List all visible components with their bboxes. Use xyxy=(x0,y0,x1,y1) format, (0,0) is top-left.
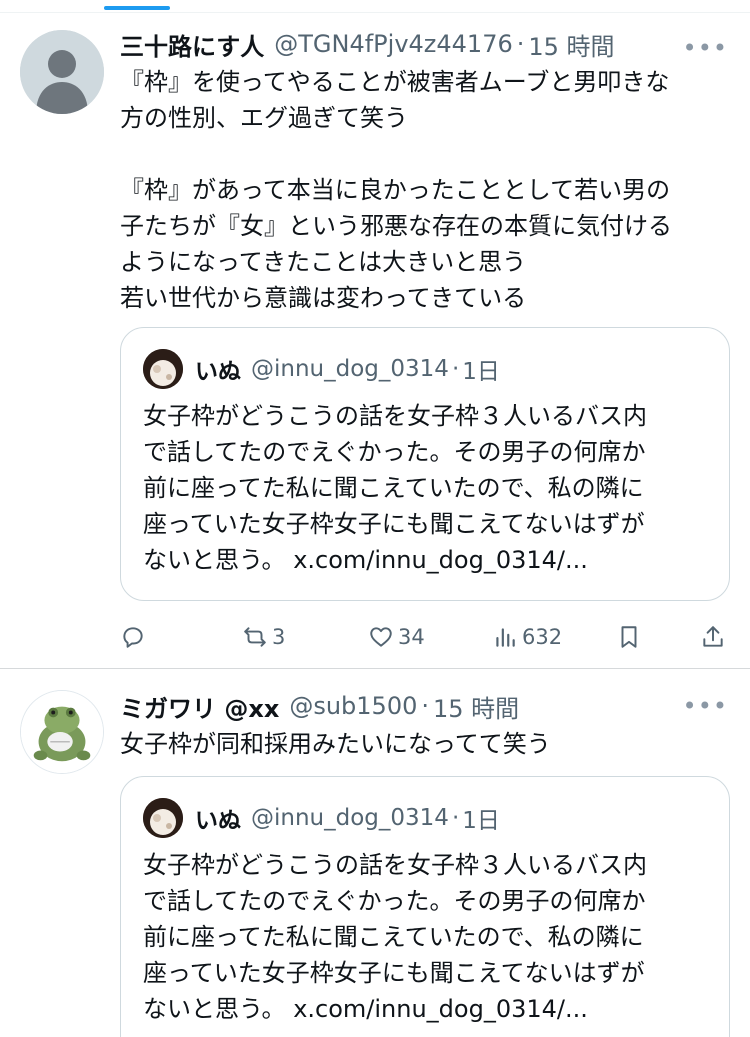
top-divider xyxy=(0,12,750,13)
quoted-timestamp: 1日 xyxy=(462,808,500,834)
quoted-tweet-header: いぬ @innu_dog_0314 · 1日 xyxy=(143,798,500,838)
separator-dot: · xyxy=(451,805,460,831)
timestamp[interactable]: 15 時間 xyxy=(528,27,614,62)
dog-avatar-icon xyxy=(143,349,183,389)
tweet-header: 三十路にす人 @TGN4fPjv4z44176 · 15 時間 xyxy=(120,24,750,64)
separator-dot: · xyxy=(451,356,460,382)
tweet-text: 女子枠が同和採用みたいになってて笑う xyxy=(120,730,551,758)
tweet[interactable]: 三十路にす人 @TGN4fPjv4z44176 · 15 時間 ••• 『枠』を… xyxy=(0,14,750,669)
quoted-tweet-text: 女子枠がどうこうの話を女子枠３人いるバス内 で話してたのでえぐかった。その男子の… xyxy=(143,398,713,578)
like-count: 34 xyxy=(398,625,425,649)
quoted-tweet-header: いぬ @innu_dog_0314 · 1日 xyxy=(143,349,500,389)
reply-icon xyxy=(123,627,143,648)
active-tab-indicator xyxy=(104,6,170,10)
quoted-timestamp: 1日 xyxy=(462,359,500,385)
views-icon xyxy=(496,628,515,647)
more-options-icon[interactable]: ••• xyxy=(683,34,728,62)
retweet-button[interactable]: 3 xyxy=(242,619,285,655)
timestamp[interactable]: 15 時間 xyxy=(433,689,519,724)
quoted-link[interactable]: x.com/innu_dog_0314/... xyxy=(293,995,588,1023)
author-name[interactable]: ミガワリ @xx xyxy=(120,689,279,724)
separator-dot: · xyxy=(516,30,525,58)
dog-avatar-icon xyxy=(143,798,183,838)
reply-button[interactable] xyxy=(120,619,146,655)
quoted-author-name: いぬ xyxy=(195,359,241,385)
bookmark-button[interactable] xyxy=(616,619,642,655)
more-options-icon[interactable]: ••• xyxy=(683,692,728,720)
quoted-link[interactable]: x.com/innu_dog_0314/... xyxy=(293,546,588,574)
share-button[interactable] xyxy=(700,619,726,655)
author-handle[interactable]: @TGN4fPjv4z44176 xyxy=(274,30,513,58)
quoted-author-handle: @innu_dog_0314 xyxy=(251,805,449,831)
tweet-header: ミガワリ @xx @sub1500 · 15 時間 xyxy=(120,686,750,726)
quoted-author-name: いぬ xyxy=(195,808,241,834)
quoted-tweet[interactable]: いぬ @innu_dog_0314 · 1日 女子枠がどうこうの話を女子枠３人い… xyxy=(120,327,730,601)
retweet-icon xyxy=(244,627,266,647)
author-name[interactable]: 三十路にす人 xyxy=(120,27,264,62)
views-button[interactable]: 632 xyxy=(492,619,562,655)
author-handle[interactable]: @sub1500 xyxy=(289,692,417,720)
tweet-text: 『枠』を使ってやることが被害者ムーブと男叩きな 方の性別、エグ過ぎて笑う 『枠』… xyxy=(120,68,672,312)
quoted-author-handle: @innu_dog_0314 xyxy=(251,356,449,382)
tweet[interactable]: ミガワリ @xx @sub1500 · 15 時間 ••• 女子枠が同和採用みた… xyxy=(0,670,750,1037)
views-count: 632 xyxy=(522,625,563,649)
tweet-actions: 3 34 632 xyxy=(0,619,750,655)
like-button[interactable]: 34 xyxy=(368,619,425,655)
quoted-tweet[interactable]: いぬ @innu_dog_0314 · 1日 女子枠がどうこうの話を女子枠３人い… xyxy=(120,776,730,1037)
quoted-tweet-text: 女子枠がどうこうの話を女子枠３人いるバス内 で話してたのでえぐかった。その男子の… xyxy=(143,847,713,1027)
share-icon xyxy=(703,626,723,647)
bookmark-icon xyxy=(621,626,637,648)
default-avatar-icon[interactable] xyxy=(20,30,104,114)
retweet-count: 3 xyxy=(272,625,286,649)
frog-avatar-icon[interactable] xyxy=(20,690,104,774)
heart-icon xyxy=(370,627,392,647)
separator-dot: · xyxy=(421,692,429,720)
